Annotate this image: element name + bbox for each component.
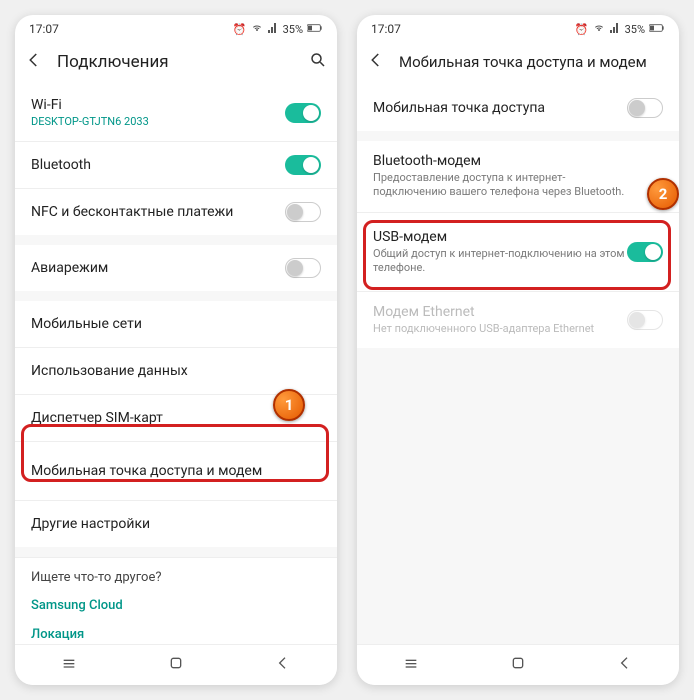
eth-modem-toggle bbox=[627, 310, 663, 330]
status-bar: 17:07 ⏰ 35% bbox=[15, 15, 337, 43]
usb-modem-toggle[interactable] bbox=[627, 242, 663, 262]
data-usage-label: Использование данных bbox=[31, 363, 321, 379]
nav-recents-icon[interactable] bbox=[403, 655, 419, 675]
wifi-icon bbox=[251, 22, 263, 37]
row-eth-modem: Модем Ethernet Нет подключенного USB-ада… bbox=[357, 291, 679, 348]
settings-list: Мобильная точка доступа Bluetooth-модем … bbox=[357, 85, 679, 644]
nav-back-icon[interactable] bbox=[617, 655, 633, 675]
wifi-toggle[interactable] bbox=[285, 103, 321, 123]
row-bluetooth[interactable]: Bluetooth bbox=[15, 141, 337, 188]
link-location[interactable]: Локация bbox=[15, 620, 337, 644]
airplane-toggle[interactable] bbox=[285, 258, 321, 278]
nav-recents-icon[interactable] bbox=[61, 655, 77, 675]
airplane-label: Авиарежим bbox=[31, 260, 285, 276]
nfc-label: NFC и бесконтактные платежи bbox=[31, 204, 285, 220]
wifi-sub: DESKTOP-GTJTN6 2033 bbox=[31, 115, 285, 129]
link-samsung-cloud[interactable]: Samsung Cloud bbox=[15, 591, 337, 620]
status-bar: 17:07 ⏰ 35% bbox=[357, 15, 679, 43]
bluetooth-label: Bluetooth bbox=[31, 157, 285, 173]
page-title: Подключения bbox=[57, 52, 295, 72]
bt-modem-label: Bluetooth-модем bbox=[373, 153, 639, 169]
row-hotspot[interactable]: Мобильная точка доступа и модем bbox=[15, 441, 337, 500]
row-sim[interactable]: Диспетчер SIM-карт bbox=[15, 394, 337, 441]
row-other[interactable]: Другие настройки bbox=[15, 500, 337, 547]
row-mobile-hotspot[interactable]: Мобильная точка доступа bbox=[357, 85, 679, 131]
signal-icon bbox=[267, 22, 279, 37]
search-icon[interactable] bbox=[309, 51, 327, 73]
alarm-icon: ⏰ bbox=[233, 23, 247, 36]
looking-hint: Ищете что-то другое? bbox=[15, 557, 337, 591]
back-icon[interactable] bbox=[25, 51, 43, 73]
alarm-icon: ⏰ bbox=[575, 23, 589, 36]
back-icon[interactable] bbox=[367, 51, 385, 73]
row-data-usage[interactable]: Использование данных bbox=[15, 347, 337, 394]
nav-home-icon[interactable] bbox=[510, 655, 526, 675]
other-label: Другие настройки bbox=[31, 516, 321, 532]
battery-icon bbox=[649, 23, 665, 36]
row-usb-modem[interactable]: USB-модем Общий доступ к интернет-подклю… bbox=[357, 212, 679, 292]
phone-right: 17:07 ⏰ 35% Мобильная точка доступа и мо… bbox=[357, 15, 679, 685]
wifi-icon bbox=[593, 22, 605, 37]
mobile-networks-label: Мобильные сети bbox=[31, 316, 321, 332]
bluetooth-toggle[interactable] bbox=[285, 155, 321, 175]
eth-modem-sub: Нет подключенного USB-адаптера Ethernet bbox=[373, 322, 627, 336]
status-icons: ⏰ 35% bbox=[233, 22, 323, 37]
header: Подключения bbox=[15, 43, 337, 85]
usb-modem-label: USB-модем bbox=[373, 229, 627, 245]
mobile-hotspot-toggle[interactable] bbox=[627, 98, 663, 118]
eth-modem-label: Модем Ethernet bbox=[373, 304, 627, 320]
nav-bar bbox=[357, 644, 679, 685]
nfc-toggle[interactable] bbox=[285, 202, 321, 222]
header: Мобильная точка доступа и модем bbox=[357, 43, 679, 85]
battery-text: 35% bbox=[625, 23, 645, 36]
nav-back-icon[interactable] bbox=[275, 655, 291, 675]
nav-bar bbox=[15, 644, 337, 685]
row-airplane[interactable]: Авиарежим bbox=[15, 245, 337, 291]
sim-label: Диспетчер SIM-карт bbox=[31, 410, 321, 426]
row-wifi[interactable]: Wi-Fi DESKTOP-GTJTN6 2033 bbox=[15, 85, 337, 141]
status-time: 17:07 bbox=[29, 22, 59, 36]
row-mobile-networks[interactable]: Мобильные сети bbox=[15, 301, 337, 347]
battery-text: 35% bbox=[283, 23, 303, 36]
settings-list: Wi-Fi DESKTOP-GTJTN6 2033 Bluetooth NFC … bbox=[15, 85, 337, 644]
row-nfc[interactable]: NFC и бесконтактные платежи bbox=[15, 188, 337, 235]
battery-icon bbox=[307, 23, 323, 36]
status-icons: ⏰ 35% bbox=[575, 22, 665, 37]
hotspot-label: Мобильная точка доступа и модем bbox=[31, 463, 321, 479]
bt-modem-sub: Предоставление доступа к интернет-подклю… bbox=[373, 171, 639, 200]
nav-home-icon[interactable] bbox=[168, 655, 184, 675]
mobile-hotspot-label: Мобильная точка доступа bbox=[373, 100, 627, 116]
row-bt-modem[interactable]: Bluetooth-модем Предоставление доступа к… bbox=[357, 141, 679, 212]
wifi-label: Wi-Fi bbox=[31, 97, 285, 113]
status-time: 17:07 bbox=[371, 22, 401, 36]
page-title: Мобильная точка доступа и модем bbox=[399, 53, 669, 71]
usb-modem-sub: Общий доступ к интернет-подключению на э… bbox=[373, 247, 627, 276]
signal-icon bbox=[609, 22, 621, 37]
phone-left: 17:07 ⏰ 35% Подключения Wi bbox=[15, 15, 337, 685]
